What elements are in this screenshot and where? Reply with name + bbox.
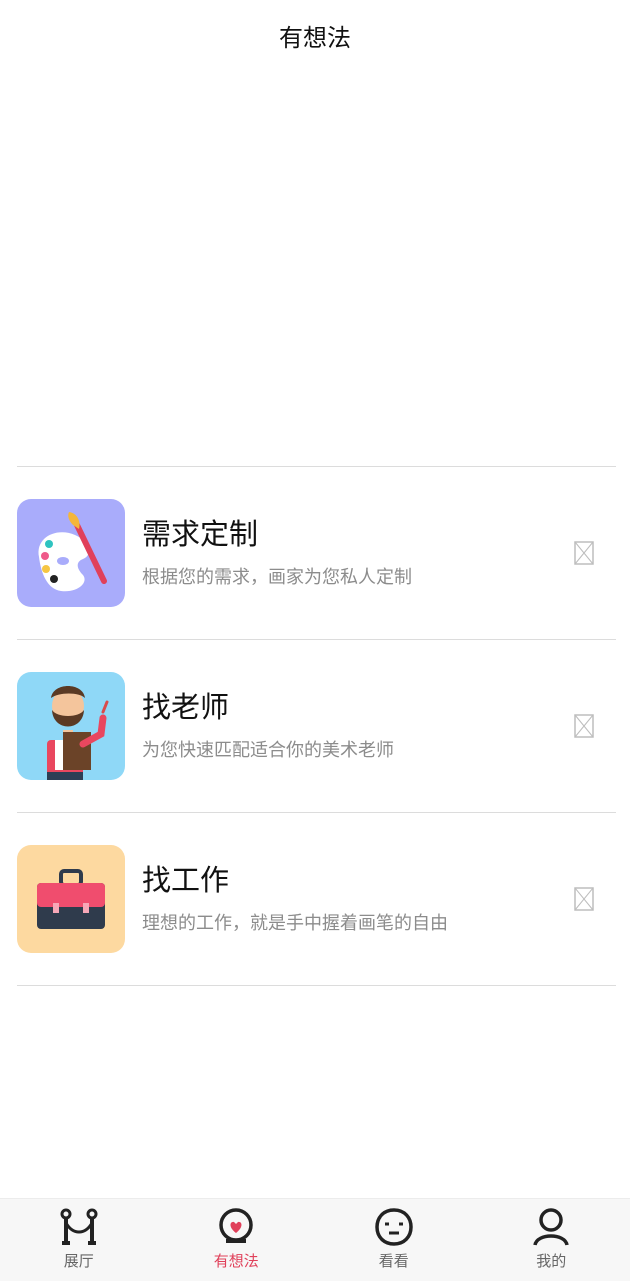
- tab-label: 我的: [536, 1250, 566, 1271]
- tab-gallery[interactable]: 展厅: [0, 1199, 158, 1281]
- tab-look[interactable]: 看看: [315, 1199, 473, 1281]
- list-item-find-job[interactable]: 找工作 理想的工作，就是手中握着画笔的自由: [17, 813, 616, 986]
- idea-icon: [216, 1207, 256, 1247]
- tab-label: 有想法: [214, 1250, 259, 1271]
- broken-image-icon: [574, 714, 594, 738]
- item-subtitle: 理想的工作，就是手中握着画笔的自由: [142, 909, 616, 935]
- tab-label: 看看: [379, 1250, 409, 1271]
- tab-mine[interactable]: 我的: [473, 1199, 630, 1281]
- item-title: 找老师: [142, 690, 616, 725]
- item-title: 需求定制: [142, 517, 616, 552]
- gallery-icon: [59, 1207, 99, 1247]
- bottom-tab-bar: 展厅 有想法 看看 我的: [0, 1198, 630, 1281]
- palette-icon: [17, 499, 125, 607]
- tab-label: 展厅: [64, 1250, 94, 1271]
- item-title: 找工作: [142, 863, 616, 898]
- item-subtitle: 根据您的需求，画家为您私人定制: [142, 563, 616, 589]
- list-item-custom-request[interactable]: 需求定制 根据您的需求，画家为您私人定制: [17, 467, 616, 640]
- option-list: 需求定制 根据您的需求，画家为您私人定制: [17, 466, 616, 986]
- briefcase-icon: [17, 845, 125, 953]
- list-item-find-teacher[interactable]: 找老师 为您快速匹配适合你的美术老师: [17, 640, 616, 813]
- teacher-icon: [17, 672, 125, 780]
- tab-idea[interactable]: 有想法: [158, 1199, 316, 1281]
- broken-image-icon: [574, 887, 594, 911]
- header: 有想法: [0, 0, 630, 70]
- user-icon: [531, 1207, 571, 1247]
- page-title: 有想法: [279, 18, 351, 53]
- item-subtitle: 为您快速匹配适合你的美术老师: [142, 736, 616, 762]
- broken-image-icon: [574, 541, 594, 565]
- face-icon: [374, 1207, 414, 1247]
